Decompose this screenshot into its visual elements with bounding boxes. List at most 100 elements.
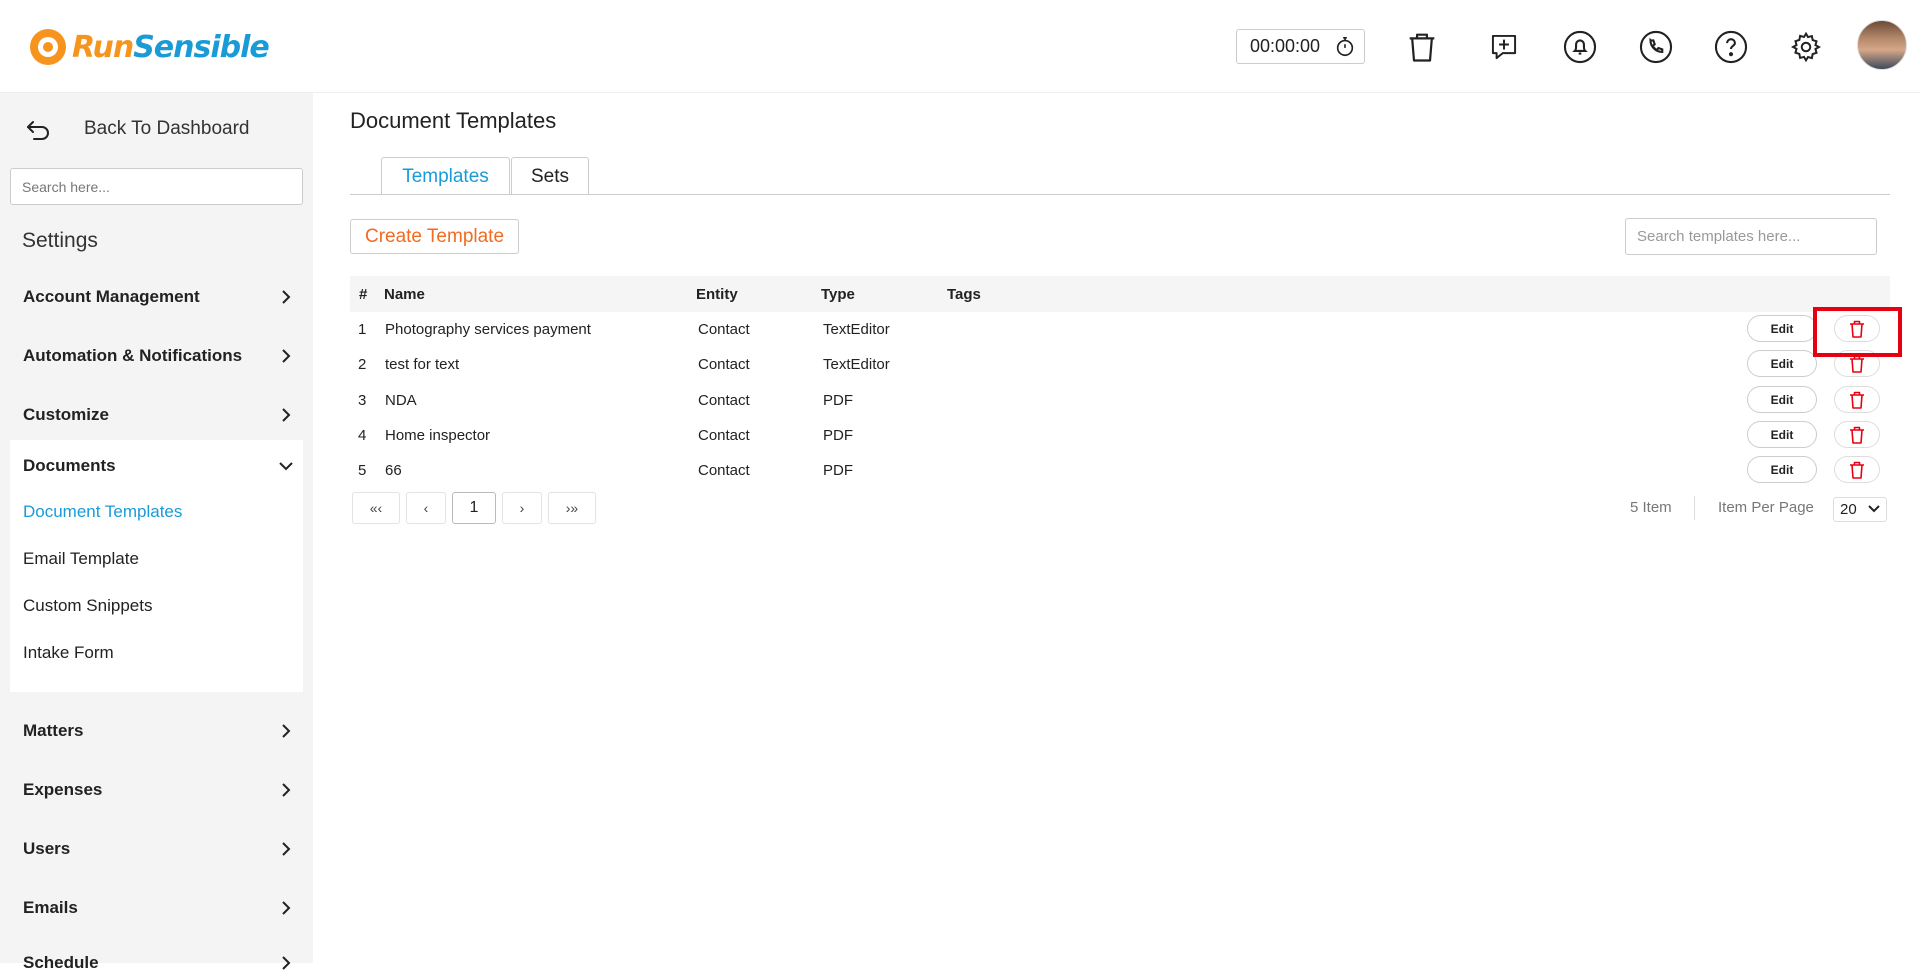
table-header: # Name Entity Type Tags — [350, 276, 1890, 312]
chevron-right-icon — [282, 408, 291, 422]
trash-icon — [1850, 461, 1864, 479]
items-per-page-select[interactable]: 20 — [1833, 497, 1887, 522]
settings-title: Settings — [22, 229, 98, 252]
chevron-right-icon — [282, 724, 291, 738]
trash-icon[interactable] — [1402, 27, 1442, 67]
trash-icon — [1850, 426, 1864, 444]
column-header-name[interactable]: Name — [384, 286, 425, 303]
row-type: TextEditor — [823, 321, 890, 338]
sidebar-item-emails[interactable]: Emails — [23, 893, 293, 923]
timer-value: 00:00:00 — [1250, 36, 1321, 56]
sidebar-item-label: Matters — [23, 721, 84, 740]
sidebar-item-label: Customize — [23, 405, 109, 424]
sidebar-subitem-intake-form[interactable]: Intake Form — [23, 643, 114, 663]
row-number: 2 — [358, 356, 367, 373]
help-icon[interactable] — [1711, 27, 1751, 67]
sidebar-item-label: Account Management — [23, 287, 200, 306]
column-header-type[interactable]: Type — [821, 286, 855, 303]
sidebar-item-account-management[interactable]: Account Management — [23, 282, 293, 312]
items-count: 5 Item — [1630, 499, 1672, 516]
table-row: 1 Photography services payment Contact T… — [350, 312, 1890, 348]
chevron-right-icon — [282, 783, 291, 797]
row-name: Home inspector — [385, 427, 491, 444]
column-header-tags: Tags — [947, 286, 981, 303]
row-type: PDF — [823, 392, 853, 409]
timer[interactable]: 00:00:00 — [1236, 29, 1365, 64]
row-entity: Contact — [698, 321, 750, 338]
templates-search-input[interactable] — [1625, 218, 1877, 255]
sidebar-item-schedule[interactable]: Schedule — [23, 948, 293, 978]
sidebar-item-label: Schedule — [23, 953, 99, 972]
chevron-right-icon — [282, 349, 291, 363]
sidebar-item-label: Expenses — [23, 780, 103, 799]
edit-button[interactable]: Edit — [1747, 456, 1817, 483]
trash-icon — [1850, 391, 1864, 409]
row-name: test for text — [385, 356, 460, 373]
tab-templates[interactable]: Templates — [381, 157, 510, 195]
back-to-dashboard-link[interactable]: Back To Dashboard — [26, 115, 249, 145]
sidebar-item-documents[interactable]: Documents — [23, 451, 293, 481]
logo-text: RunSensible — [72, 29, 270, 65]
delete-button[interactable] — [1834, 421, 1880, 448]
sidebar-item-label: Documents — [23, 456, 116, 475]
avatar[interactable] — [1857, 20, 1907, 70]
sidebar-subitem-email-template[interactable]: Email Template — [23, 549, 139, 569]
pager-next-button[interactable]: › — [502, 492, 542, 524]
pager-prev-button[interactable]: ‹ — [406, 492, 446, 524]
row-name: Photography services payment — [385, 321, 591, 338]
delete-button[interactable] — [1834, 386, 1880, 413]
chevron-right-icon — [282, 901, 291, 915]
documents-submenu-panel: Documents Document Templates Email Templ… — [10, 440, 303, 692]
row-number: 1 — [358, 321, 367, 338]
edit-button[interactable]: Edit — [1747, 315, 1817, 342]
edit-button[interactable]: Edit — [1747, 350, 1817, 377]
trash-icon — [1850, 355, 1864, 373]
pager-first-button[interactable]: «‹ — [352, 492, 400, 524]
edit-button[interactable]: Edit — [1747, 421, 1817, 448]
delete-button[interactable] — [1834, 456, 1880, 483]
row-entity: Contact — [698, 462, 750, 479]
sidebar-search-input[interactable] — [10, 168, 303, 205]
edit-button[interactable]: Edit — [1747, 386, 1817, 413]
sidebar-item-matters[interactable]: Matters — [23, 716, 293, 746]
logo-mark-icon — [30, 29, 66, 65]
create-template-button[interactable]: Create Template — [350, 219, 519, 254]
row-number: 3 — [358, 392, 367, 409]
stopwatch-icon[interactable] — [1334, 36, 1356, 63]
delete-button-highlight — [1813, 307, 1902, 357]
column-header-entity[interactable]: Entity — [696, 286, 738, 303]
row-type: TextEditor — [823, 356, 890, 373]
chevron-down-icon — [279, 462, 293, 471]
gear-icon[interactable] — [1786, 27, 1826, 67]
sidebar-item-label: Users — [23, 839, 71, 858]
pager-current-page[interactable]: 1 — [452, 492, 496, 524]
row-number: 4 — [358, 427, 367, 444]
add-transfer-icon[interactable] — [1484, 27, 1524, 67]
sidebar-item-label: Automation & Notifications — [23, 346, 243, 365]
table-row: 5 66 Contact PDF Edit — [350, 453, 1890, 489]
bell-icon[interactable] — [1560, 27, 1600, 67]
phone-icon[interactable] — [1636, 27, 1676, 67]
sidebar-subitem-document-templates[interactable]: Document Templates — [23, 502, 182, 522]
items-per-page-value: 20 — [1840, 501, 1857, 518]
sidebar-item-automation-notifications[interactable]: Automation & Notifications — [23, 341, 293, 371]
sidebar-item-users[interactable]: Users — [23, 834, 293, 864]
chevron-down-icon — [1868, 505, 1880, 513]
tabs-divider — [350, 194, 1890, 195]
pager-last-button[interactable]: ›» — [548, 492, 596, 524]
chevron-right-icon — [282, 290, 291, 304]
row-type: PDF — [823, 462, 853, 479]
back-to-dashboard-label: Back To Dashboard — [84, 118, 250, 139]
sidebar-subitem-custom-snippets[interactable]: Custom Snippets — [23, 596, 152, 616]
page-title: Document Templates — [350, 108, 557, 133]
runsensible-logo[interactable]: RunSensible — [30, 28, 270, 66]
tab-sets[interactable]: Sets — [511, 157, 589, 195]
sidebar-item-expenses[interactable]: Expenses — [23, 775, 293, 805]
chevron-right-icon — [282, 956, 291, 970]
table-row: 2 test for text Contact TextEditor Edit — [350, 347, 1890, 383]
items-per-page-label: Item Per Page — [1718, 499, 1814, 516]
row-entity: Contact — [698, 392, 750, 409]
row-name: 66 — [385, 462, 402, 479]
sidebar-item-customize[interactable]: Customize — [23, 400, 293, 430]
row-number: 5 — [358, 462, 367, 479]
